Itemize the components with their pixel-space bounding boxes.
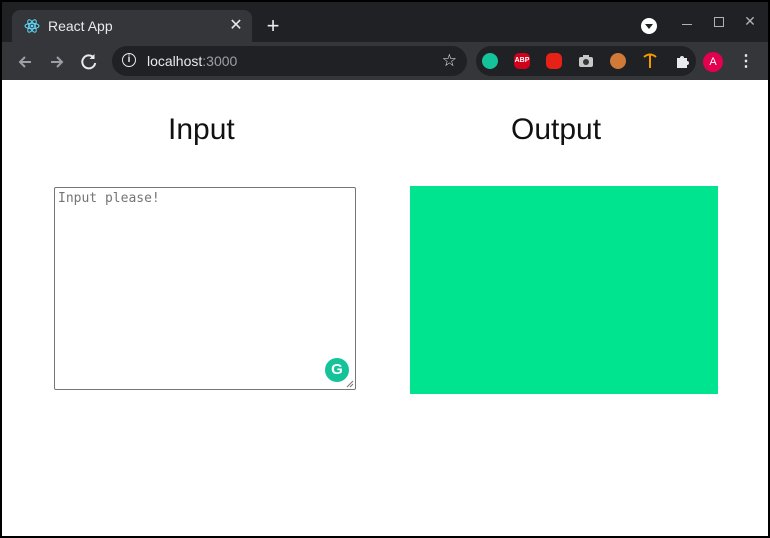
bookmark-star-icon[interactable]: ☆ <box>442 51 457 71</box>
url-text[interactable]: localhost:3000 <box>147 53 237 69</box>
resize-grip-icon[interactable] <box>346 380 354 388</box>
grammarly-badge-icon[interactable] <box>325 358 349 382</box>
input-textarea[interactable]: Input please! <box>54 187 356 390</box>
profile-avatar[interactable]: A <box>703 52 723 72</box>
grammarly-extension-icon[interactable] <box>482 53 498 69</box>
tab-close-icon[interactable]: ✕ <box>228 18 244 34</box>
maximize-button[interactable] <box>710 14 726 30</box>
back-button[interactable] <box>15 52 35 72</box>
camera-extension-icon[interactable] <box>578 53 594 69</box>
extensions-area: ABP <box>476 46 696 76</box>
react-icon <box>24 19 40 33</box>
input-placeholder: Input please! <box>58 191 160 206</box>
tab-search-icon[interactable] <box>641 18 657 34</box>
browser-window: React App ✕ + ✕ i localhost:3000 ☆ ABP A… <box>2 2 768 536</box>
tab-strip: React App ✕ + ✕ <box>2 2 768 42</box>
page-content: Input Output Input please! <box>2 80 768 536</box>
browser-toolbar: i localhost:3000 ☆ ABP A ⋮ <box>2 42 768 80</box>
close-window-button[interactable]: ✕ <box>742 13 758 29</box>
forward-button[interactable] <box>47 52 67 72</box>
cookie-extension-icon[interactable] <box>610 53 626 69</box>
camera-icon <box>579 55 593 67</box>
menu-kebab-icon[interactable]: ⋮ <box>738 52 754 72</box>
input-heading: Input <box>168 113 235 146</box>
video-extension-icon[interactable] <box>546 53 562 69</box>
tab-title: React App <box>48 18 113 34</box>
adblock-plus-extension-icon[interactable]: ABP <box>514 53 530 69</box>
pickaxe-icon <box>643 53 657 68</box>
address-bar[interactable]: i localhost:3000 ☆ <box>112 46 467 76</box>
minimize-button[interactable] <box>679 14 695 30</box>
output-preview <box>410 186 718 394</box>
reload-button[interactable] <box>79 52 99 72</box>
info-icon[interactable]: i <box>122 53 136 67</box>
output-heading: Output <box>511 113 602 146</box>
arrow-left-icon <box>18 56 31 68</box>
url-port: :3000 <box>202 53 238 69</box>
tab-react-app[interactable]: React App ✕ <box>12 10 252 42</box>
url-host: localhost <box>147 53 203 69</box>
puzzle-icon <box>677 56 689 68</box>
extensions-puzzle-icon[interactable] <box>674 53 690 69</box>
pickaxe-extension-icon[interactable] <box>642 53 658 69</box>
arrow-right-icon <box>51 56 64 68</box>
reload-icon <box>81 54 97 70</box>
new-tab-button[interactable]: + <box>263 15 283 37</box>
